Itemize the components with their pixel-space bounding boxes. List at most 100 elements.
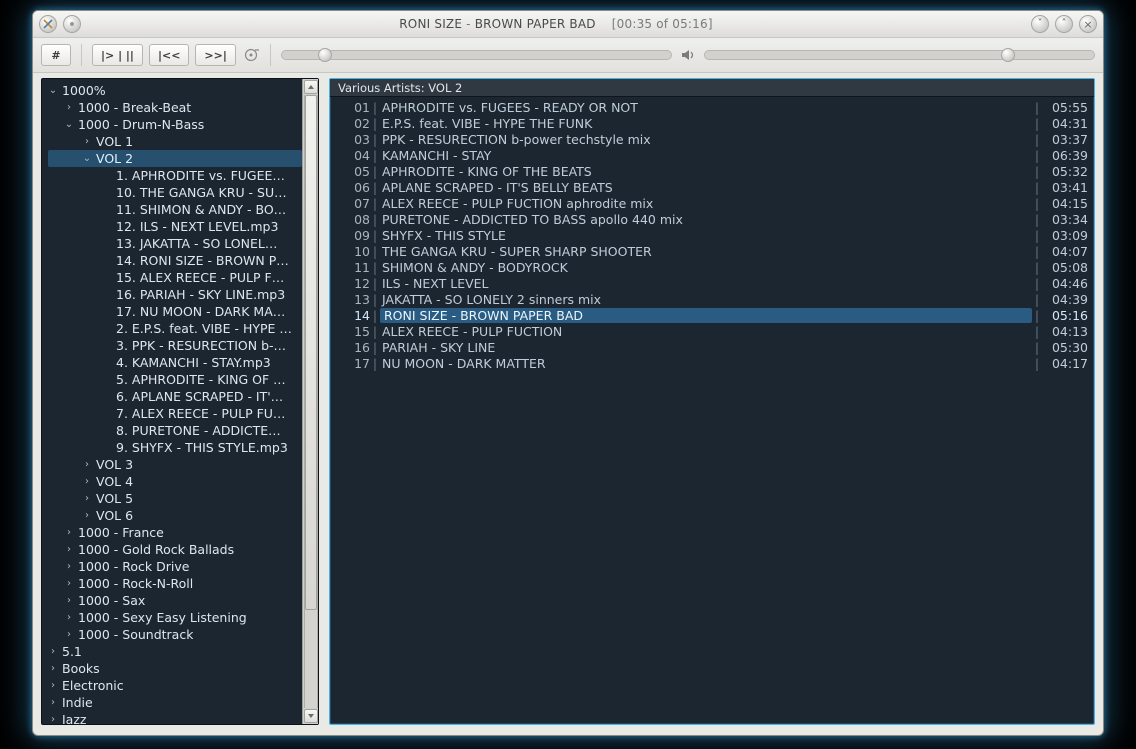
- chevron-right-icon[interactable]: ›: [64, 592, 74, 609]
- playlist-row[interactable]: 11|SHIMON & ANDY - BODYROCK|05:08: [336, 259, 1088, 275]
- tree-track[interactable]: 8. PURETONE - ADDICTE…: [48, 422, 302, 439]
- tree-track[interactable]: 17. NU MOON - DARK MA…: [48, 303, 302, 320]
- tree-item[interactable]: ›1000 - Sexy Easy Listening: [48, 609, 302, 626]
- tree-item[interactable]: ›1000 - Soundtrack: [48, 626, 302, 643]
- tree-item[interactable]: ›1000 - France: [48, 524, 302, 541]
- playlist-row[interactable]: 02|E.P.S. feat. VIBE - HYPE THE FUNK|04:…: [336, 115, 1088, 131]
- tree-item[interactable]: ›1000 - Sax: [48, 592, 302, 609]
- tree-track[interactable]: 13. JAKATTA - SO LONEL…: [48, 235, 302, 252]
- playlist-row[interactable]: 13|JAKATTA - SO LONELY 2 sinners mix|04:…: [336, 291, 1088, 307]
- tree-item[interactable]: ⌄1000 - Drum-N-Bass: [48, 116, 302, 133]
- play-pause-button[interactable]: |> | ||: [92, 44, 143, 66]
- playlist-row[interactable]: 06|APLANE SCRAPED - IT'S BELLY BEATS|03:…: [336, 179, 1088, 195]
- tree-root[interactable]: ⌄1000%: [48, 82, 302, 99]
- tree-item[interactable]: ›Electronic: [48, 677, 302, 694]
- seek-thumb[interactable]: [318, 48, 332, 62]
- prev-track-button[interactable]: |<<: [149, 44, 189, 66]
- chevron-right-icon[interactable]: ›: [48, 643, 58, 660]
- tree-item[interactable]: ›1000 - Break-Beat: [48, 99, 302, 116]
- tree-track[interactable]: 16. PARIAH - SKY LINE.mp3: [48, 286, 302, 303]
- chevron-right-icon[interactable]: ›: [64, 524, 74, 541]
- chevron-right-icon[interactable]: ›: [82, 473, 92, 490]
- chevron-right-icon[interactable]: ›: [82, 507, 92, 524]
- chevron-right-icon[interactable]: ›: [48, 694, 58, 711]
- chevron-right-icon[interactable]: ›: [48, 677, 58, 694]
- playlist-body[interactable]: 01|APHRODITE vs. FUGEES - READY OR NOT|0…: [330, 97, 1094, 724]
- playlist-row[interactable]: 03|PPK - RESURECTION b-power techstyle m…: [336, 131, 1088, 147]
- chevron-right-icon[interactable]: ›: [48, 660, 58, 677]
- tree-item[interactable]: ›Indie: [48, 694, 302, 711]
- playlist-row[interactable]: 05|APHRODITE - KING OF THE BEATS|05:32: [336, 163, 1088, 179]
- playlist-row[interactable]: 07|ALEX REECE - PULP FUCTION aphrodite m…: [336, 195, 1088, 211]
- divider-icon: |: [1032, 148, 1042, 163]
- tree-item[interactable]: ›VOL 3: [48, 456, 302, 473]
- chevron-right-icon[interactable]: ›: [82, 133, 92, 150]
- tree-track[interactable]: 5. APHRODITE - KING OF …: [48, 371, 302, 388]
- scrollbar-track[interactable]: [304, 95, 318, 708]
- volume-thumb[interactable]: [1001, 48, 1015, 62]
- tree-track[interactable]: 11. SHIMON & ANDY - BO…: [48, 201, 302, 218]
- close-icon[interactable]: ×: [1079, 15, 1097, 33]
- chevron-right-icon[interactable]: ›: [82, 456, 92, 473]
- scroll-down-icon[interactable]: [304, 709, 318, 723]
- playlist-row[interactable]: 12|ILS - NEXT LEVEL|04:46: [336, 275, 1088, 291]
- playlist-row[interactable]: 04|KAMANCHI - STAY|06:39: [336, 147, 1088, 163]
- track-duration: 04:13: [1042, 324, 1088, 339]
- tree-item-selected[interactable]: ⌄VOL 2: [48, 150, 302, 167]
- chevron-right-icon[interactable]: ›: [64, 609, 74, 626]
- playlist-row-playing[interactable]: 14|RONI SIZE - BROWN PAPER BAD|05:16: [336, 307, 1088, 323]
- app-menu-icon[interactable]: [39, 15, 57, 33]
- tree-item[interactable]: ›VOL 5: [48, 490, 302, 507]
- tree-track[interactable]: 14. RONI SIZE - BROWN P…: [48, 252, 302, 269]
- tree-track[interactable]: 10. THE GANGA KRU - SU…: [48, 184, 302, 201]
- tree-item[interactable]: ›VOL 1: [48, 133, 302, 150]
- tree-track[interactable]: 2. E.P.S. feat. VIBE - HYPE …: [48, 320, 302, 337]
- playlist-row[interactable]: 17|NU MOON - DARK MATTER|04:17: [336, 355, 1088, 371]
- chevron-right-icon[interactable]: ›: [64, 558, 74, 575]
- chevron-right-icon[interactable]: ›: [64, 626, 74, 643]
- minimize-icon[interactable]: ˅: [1031, 15, 1049, 33]
- chevron-right-icon[interactable]: ›: [64, 541, 74, 558]
- tree-item[interactable]: ›1000 - Rock-N-Roll: [48, 575, 302, 592]
- tree-scrollbar[interactable]: [302, 79, 318, 724]
- tree-track[interactable]: 9. SHYFX - THIS STYLE.mp3: [48, 439, 302, 456]
- chevron-right-icon[interactable]: ›: [48, 711, 58, 724]
- tree-track[interactable]: 12. ILS - NEXT LEVEL.mp3: [48, 218, 302, 235]
- tree-item[interactable]: ›Books: [48, 660, 302, 677]
- tree-item[interactable]: ›1000 - Gold Rock Ballads: [48, 541, 302, 558]
- tree-track[interactable]: 1. APHRODITE vs. FUGEE…: [48, 167, 302, 184]
- tree-item[interactable]: ›1000 - Rock Drive: [48, 558, 302, 575]
- maximize-icon[interactable]: ˄: [1055, 15, 1073, 33]
- next-track-button[interactable]: >>|: [195, 44, 235, 66]
- playlist-row[interactable]: 01|APHRODITE vs. FUGEES - READY OR NOT|0…: [336, 99, 1088, 115]
- seek-slider[interactable]: [281, 50, 672, 60]
- tree-item[interactable]: ›5.1: [48, 643, 302, 660]
- tree-item[interactable]: ›VOL 4: [48, 473, 302, 490]
- playlist-row[interactable]: 08|PURETONE - ADDICTED TO BASS apollo 44…: [336, 211, 1088, 227]
- playlist-row[interactable]: 10|THE GANGA KRU - SUPER SHARP SHOOTER|0…: [336, 243, 1088, 259]
- playlist-row[interactable]: 15|ALEX REECE - PULP FUCTION|04:13: [336, 323, 1088, 339]
- chevron-right-icon[interactable]: ›: [82, 490, 92, 507]
- volume-slider[interactable]: [704, 50, 1095, 60]
- library-tree[interactable]: ⌄1000%›1000 - Break-Beat⌄1000 - Drum-N-B…: [42, 79, 302, 724]
- tree-track[interactable]: 3. PPK - RESURECTION b-…: [48, 337, 302, 354]
- volume-icon[interactable]: [680, 47, 696, 63]
- tree-track[interactable]: 15. ALEX REECE - PULP F…: [48, 269, 302, 286]
- tree-item[interactable]: ›Jazz: [48, 711, 302, 724]
- chevron-right-icon[interactable]: ›: [64, 99, 74, 116]
- cd-eject-icon[interactable]: [244, 47, 260, 63]
- tree-track[interactable]: 6. APLANE SCRAPED - IT'…: [48, 388, 302, 405]
- playlist-row[interactable]: 16|PARIAH - SKY LINE|05:30: [336, 339, 1088, 355]
- chevron-down-icon[interactable]: ⌄: [48, 82, 58, 99]
- chevron-right-icon[interactable]: ›: [64, 575, 74, 592]
- scroll-up-icon[interactable]: [304, 80, 318, 94]
- tree-track[interactable]: 4. KAMANCHI - STAY.mp3: [48, 354, 302, 371]
- tree-item[interactable]: ›VOL 6: [48, 507, 302, 524]
- tree-track[interactable]: 7. ALEX REECE - PULP FU…: [48, 405, 302, 422]
- sticky-window-icon[interactable]: [63, 15, 81, 33]
- options-button[interactable]: #: [41, 44, 71, 66]
- chevron-down-icon[interactable]: ⌄: [82, 150, 92, 167]
- chevron-down-icon[interactable]: ⌄: [64, 116, 74, 133]
- scrollbar-thumb[interactable]: [305, 95, 317, 610]
- playlist-row[interactable]: 09|SHYFX - THIS STYLE|03:09: [336, 227, 1088, 243]
